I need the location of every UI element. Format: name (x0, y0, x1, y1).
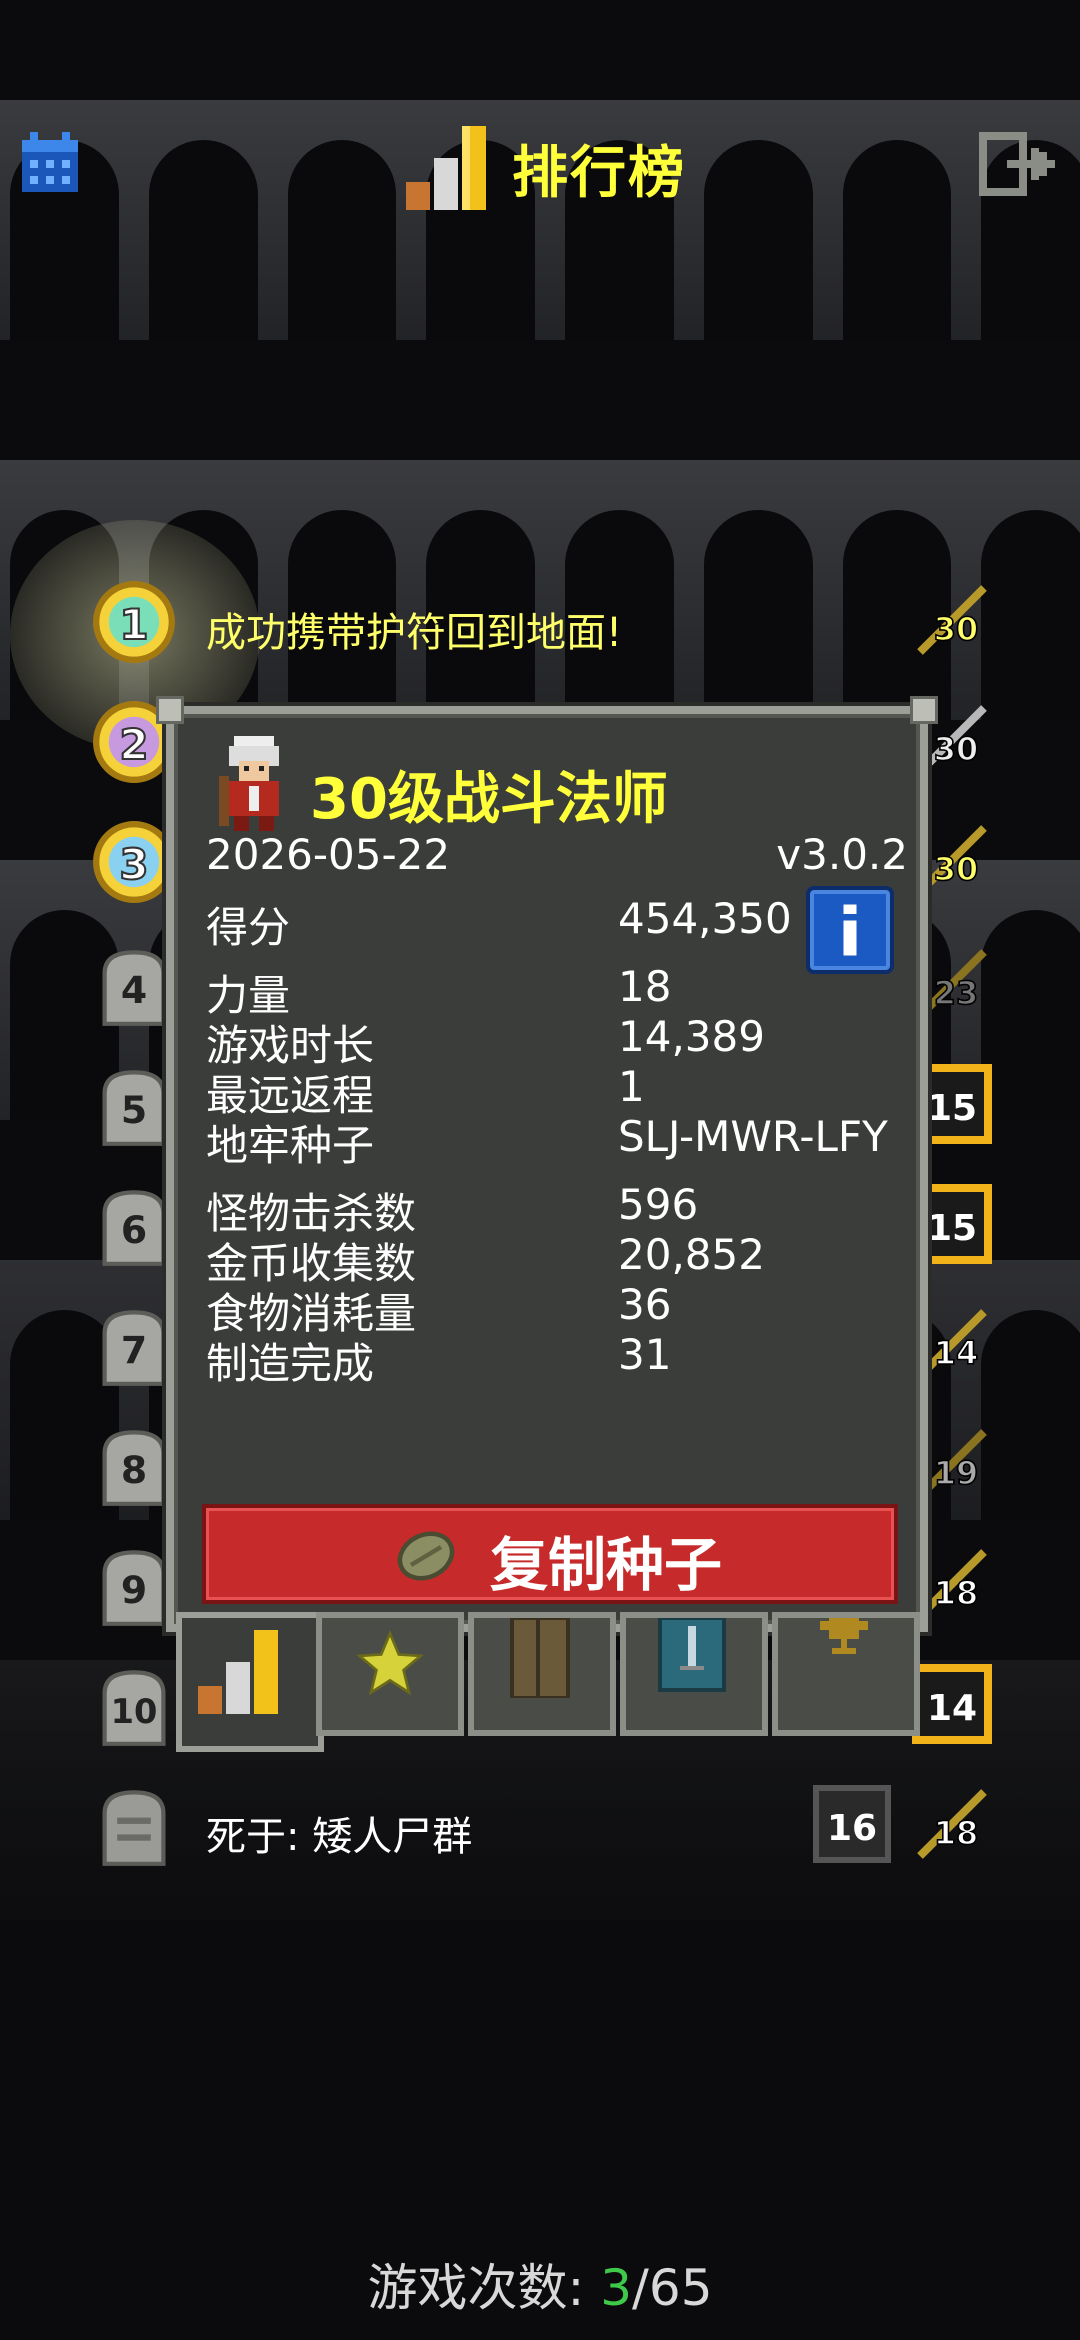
level-number: 18 (934, 1814, 979, 1852)
rank-number: 7 (121, 1328, 147, 1372)
games-played-total: 65 (648, 2259, 713, 2317)
sword-catalog-icon (658, 1618, 726, 1692)
gold-medal-icon: 1 (93, 581, 175, 663)
seed-icon (397, 1531, 455, 1581)
items-crafted-value: 31 (618, 1330, 672, 1379)
rank-number: 5 (121, 1088, 147, 1132)
game-version: v3.0.2 (776, 830, 908, 879)
bar-chart-icon (198, 1630, 278, 1714)
game-date: 2026-05-22 (206, 830, 451, 879)
hero-title: 30级战斗法师 (310, 767, 668, 832)
row-description: 成功携带护符回到地面! (206, 610, 623, 656)
dialog-corner (910, 696, 938, 724)
battlemage-portrait-icon (219, 736, 279, 831)
trophy-icon (820, 1618, 868, 1654)
score-value: 454,350 (618, 894, 792, 943)
level-number: 14 (934, 1334, 979, 1372)
tab-rankings[interactable] (176, 1612, 324, 1752)
rank-number: 9 (121, 1568, 147, 1612)
row-description: 死于: 矮人尸群 (206, 1814, 473, 1860)
level-number: 18 (934, 1574, 979, 1612)
leaderboard-row-1[interactable]: 1 成功携带护符回到地面! 30 (0, 580, 1080, 670)
tombstone-icon: 8 (102, 1430, 166, 1506)
rank-number: 6 (121, 1208, 147, 1252)
copy-seed-button[interactable]: 复制种子 (202, 1504, 898, 1604)
gate-icon: 14 (912, 1664, 992, 1744)
level-number: 30 (934, 850, 979, 888)
dialog-corner (156, 696, 184, 724)
depth-number: 16 (827, 1808, 877, 1849)
leaderboard-row-11[interactable]: 死于: 矮人尸群 16 18 (0, 1784, 1080, 1874)
rank-number: 2 (119, 720, 148, 769)
rank-number: 10 (111, 1692, 158, 1731)
tombstone-icon: 9 (102, 1550, 166, 1626)
games-played-label: 游戏次数: (367, 2259, 601, 2317)
tab-catalog[interactable] (620, 1612, 768, 1736)
tombstone-icon (102, 1790, 166, 1866)
items-crafted-label: 制造完成 (206, 1339, 375, 1388)
level-number: 15 (927, 1088, 977, 1129)
tab-badges[interactable] (316, 1612, 464, 1736)
sword-icon: 18 (917, 1789, 987, 1859)
level-number: 19 (934, 1454, 979, 1492)
food-eaten-value: 36 (618, 1280, 672, 1329)
level-number: 23 (934, 974, 979, 1012)
games-played-separator: / (632, 2259, 649, 2317)
games-played-counter: 游戏次数: 3/65 (0, 2248, 1080, 2320)
gold-collected-value: 20,852 (618, 1230, 765, 1279)
level-number: 30 (934, 610, 979, 648)
tab-trophy[interactable] (772, 1612, 920, 1736)
kills-value: 596 (618, 1180, 699, 1229)
info-icon (843, 904, 857, 956)
level-number: 14 (927, 1688, 977, 1729)
gold-medal-icon: 3 (93, 821, 175, 903)
tab-bar (176, 1612, 920, 1752)
hero-details-dialog: 30级战斗法师 2026-05-22 v3.0.2 得分 454,350 力量 … (156, 696, 938, 1632)
rank-number: 4 (121, 968, 147, 1012)
bar-chart-icon (406, 126, 486, 210)
page-title: 排行榜 (512, 141, 686, 206)
playtime-value: 14,389 (618, 1012, 765, 1061)
rank-number: 1 (119, 600, 148, 649)
score-label: 得分 (206, 903, 291, 952)
star-icon (356, 1630, 424, 1696)
copy-seed-label: 复制种子 (490, 1531, 723, 1599)
games-played-current: 3 (600, 2259, 633, 2317)
level-number: 15 (927, 1208, 977, 1249)
rank-number: 3 (119, 840, 148, 889)
tab-journal[interactable] (468, 1612, 616, 1736)
tombstone-icon: 4 (102, 950, 166, 1026)
exit-icon[interactable] (978, 132, 1060, 196)
tombstone-icon: 10 (102, 1670, 166, 1746)
depth-icon: 16 (813, 1785, 891, 1863)
door-icon (510, 1618, 570, 1698)
tombstone-icon: 5 (102, 1070, 166, 1146)
strength-value: 18 (618, 962, 672, 1011)
rank-number: 8 (121, 1448, 147, 1492)
level-number: 30 (934, 730, 979, 768)
tombstone-icon: 7 (102, 1310, 166, 1386)
dungeon-seed-label: 地牢种子 (206, 1121, 375, 1170)
sword-icon: 30 (917, 585, 987, 655)
info-button[interactable] (806, 886, 894, 974)
tombstone-icon: 6 (102, 1190, 166, 1266)
calendar-icon[interactable] (18, 132, 82, 196)
dungeon-seed-value: SLJ-MWR-LFY (618, 1112, 888, 1161)
furthest-return-value: 1 (618, 1062, 645, 1111)
header-bar: 排行榜 (0, 110, 1080, 220)
